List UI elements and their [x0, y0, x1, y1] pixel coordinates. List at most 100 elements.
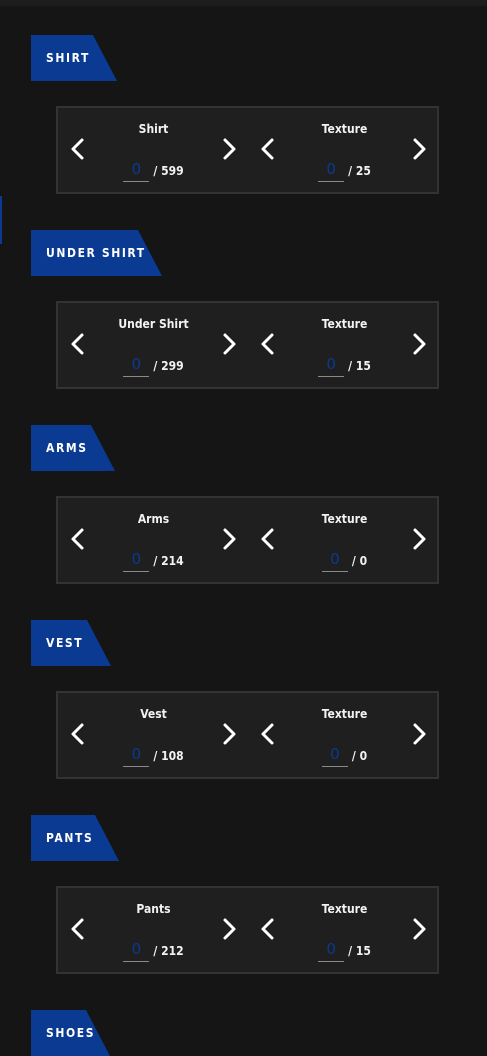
vest-texture-label: Texture: [321, 707, 368, 721]
chevron-right-icon: [413, 723, 426, 745]
under-shirt-max: / 299: [153, 359, 184, 373]
under-shirt-label: Under Shirt: [118, 317, 189, 331]
arms-texture-prev-button[interactable]: [253, 524, 283, 554]
chevron-right-icon: [223, 138, 236, 160]
chevron-left-icon: [261, 333, 274, 355]
under-shirt-texture-value-row: / 15: [289, 349, 400, 377]
chevron-left-icon: [71, 138, 84, 160]
arms-max: / 214: [153, 554, 184, 568]
under-shirt-texture-next-button[interactable]: [404, 329, 434, 359]
under-shirt-next-button[interactable]: [214, 329, 244, 359]
vest-value-row: / 108: [98, 739, 209, 767]
arms-texture-value-input[interactable]: [321, 546, 348, 572]
chevron-left-icon: [261, 528, 274, 550]
chevron-left-icon: [71, 333, 84, 355]
vest-texture-next-button[interactable]: [404, 719, 434, 749]
chevron-right-icon: [413, 918, 426, 940]
chevron-right-icon: [223, 333, 236, 355]
shirt-max: / 599: [153, 164, 184, 178]
chevron-left-icon: [261, 723, 274, 745]
arms-value-input[interactable]: [123, 546, 150, 572]
chevron-right-icon: [223, 528, 236, 550]
vest-selector: Vest / 108: [58, 693, 249, 777]
pants-texture-selector: Texture / 15: [249, 888, 440, 972]
pants-panel: Pants / 212 Texture / 15: [56, 886, 439, 974]
under-shirt-texture-selector: Texture / 15: [249, 303, 440, 387]
under-shirt-texture-label: Texture: [321, 317, 368, 331]
section-title: VEST: [31, 620, 111, 666]
pants-selector: Pants / 212: [58, 888, 249, 972]
under-shirt-texture-prev-button[interactable]: [253, 329, 283, 359]
shirt-panel: Shirt / 599 Texture / 25: [56, 106, 439, 194]
section-title: ARMS: [31, 425, 115, 471]
shirt-texture-label: Texture: [321, 122, 368, 136]
arms-texture-selector: Texture / 0: [249, 498, 440, 582]
shirt-texture-max: / 25: [348, 164, 371, 178]
shirt-selector: Shirt / 599: [58, 108, 249, 192]
pants-texture-next-button[interactable]: [404, 914, 434, 944]
shirt-value-input[interactable]: [123, 156, 150, 182]
shirt-texture-value-input[interactable]: [318, 156, 345, 182]
pants-value-row: / 212: [98, 934, 209, 962]
shirt-texture-next-button[interactable]: [404, 134, 434, 164]
arms-texture-value-row: / 0: [289, 544, 400, 572]
vest-texture-value-input[interactable]: [321, 741, 348, 767]
shirt-texture-value-row: / 25: [289, 154, 400, 182]
vest-panel: Vest / 108 Texture / 0: [56, 691, 439, 779]
scroll-indicator: [0, 196, 2, 244]
chevron-left-icon: [71, 528, 84, 550]
pants-max: / 212: [153, 944, 184, 958]
shirt-texture-selector: Texture / 25: [249, 108, 440, 192]
shirt-texture-prev-button[interactable]: [253, 134, 283, 164]
chevron-right-icon: [413, 138, 426, 160]
pants-texture-prev-button[interactable]: [253, 914, 283, 944]
pants-label: Pants: [136, 902, 171, 916]
shirt-prev-button[interactable]: [63, 134, 93, 164]
arms-texture-max: / 0: [351, 554, 368, 568]
arms-value-row: / 214: [98, 544, 209, 572]
section-title: UNDER SHIRT: [31, 230, 162, 276]
vest-prev-button[interactable]: [63, 719, 93, 749]
section-title: PANTS: [31, 815, 119, 861]
arms-selector: Arms / 214: [58, 498, 249, 582]
under-shirt-selector: Under Shirt / 299: [58, 303, 249, 387]
vest-texture-prev-button[interactable]: [253, 719, 283, 749]
section-title: SHOES: [31, 1010, 110, 1056]
arms-texture-label: Texture: [321, 512, 368, 526]
under-shirt-prev-button[interactable]: [63, 329, 93, 359]
chevron-right-icon: [223, 918, 236, 940]
vest-label: Vest: [140, 707, 167, 721]
vest-texture-selector: Texture / 0: [249, 693, 440, 777]
under-shirt-panel: Under Shirt / 299 Texture / 15: [56, 301, 439, 389]
chevron-right-icon: [413, 528, 426, 550]
vest-max: / 108: [153, 749, 184, 763]
pants-prev-button[interactable]: [63, 914, 93, 944]
chevron-right-icon: [223, 723, 236, 745]
pants-texture-value-row: / 15: [289, 934, 400, 962]
vest-value-input[interactable]: [123, 741, 150, 767]
top-bar: [0, 0, 487, 6]
chevron-left-icon: [71, 723, 84, 745]
pants-next-button[interactable]: [214, 914, 244, 944]
chevron-left-icon: [261, 138, 274, 160]
pants-texture-max: / 15: [348, 944, 371, 958]
under-shirt-texture-max: / 15: [348, 359, 371, 373]
chevron-left-icon: [261, 918, 274, 940]
under-shirt-value-row: / 299: [98, 349, 209, 377]
pants-value-input[interactable]: [123, 936, 150, 962]
chevron-right-icon: [413, 333, 426, 355]
chevron-left-icon: [71, 918, 84, 940]
under-shirt-value-input[interactable]: [123, 351, 150, 377]
arms-texture-next-button[interactable]: [404, 524, 434, 554]
vest-texture-value-row: / 0: [289, 739, 400, 767]
arms-label: Arms: [137, 512, 170, 526]
vest-next-button[interactable]: [214, 719, 244, 749]
vest-texture-max: / 0: [351, 749, 368, 763]
section-title: SHIRT: [31, 35, 117, 81]
shirt-next-button[interactable]: [214, 134, 244, 164]
pants-texture-value-input[interactable]: [318, 936, 345, 962]
under-shirt-texture-value-input[interactable]: [318, 351, 345, 377]
arms-prev-button[interactable]: [63, 524, 93, 554]
arms-next-button[interactable]: [214, 524, 244, 554]
shirt-value-row: / 599: [98, 154, 209, 182]
